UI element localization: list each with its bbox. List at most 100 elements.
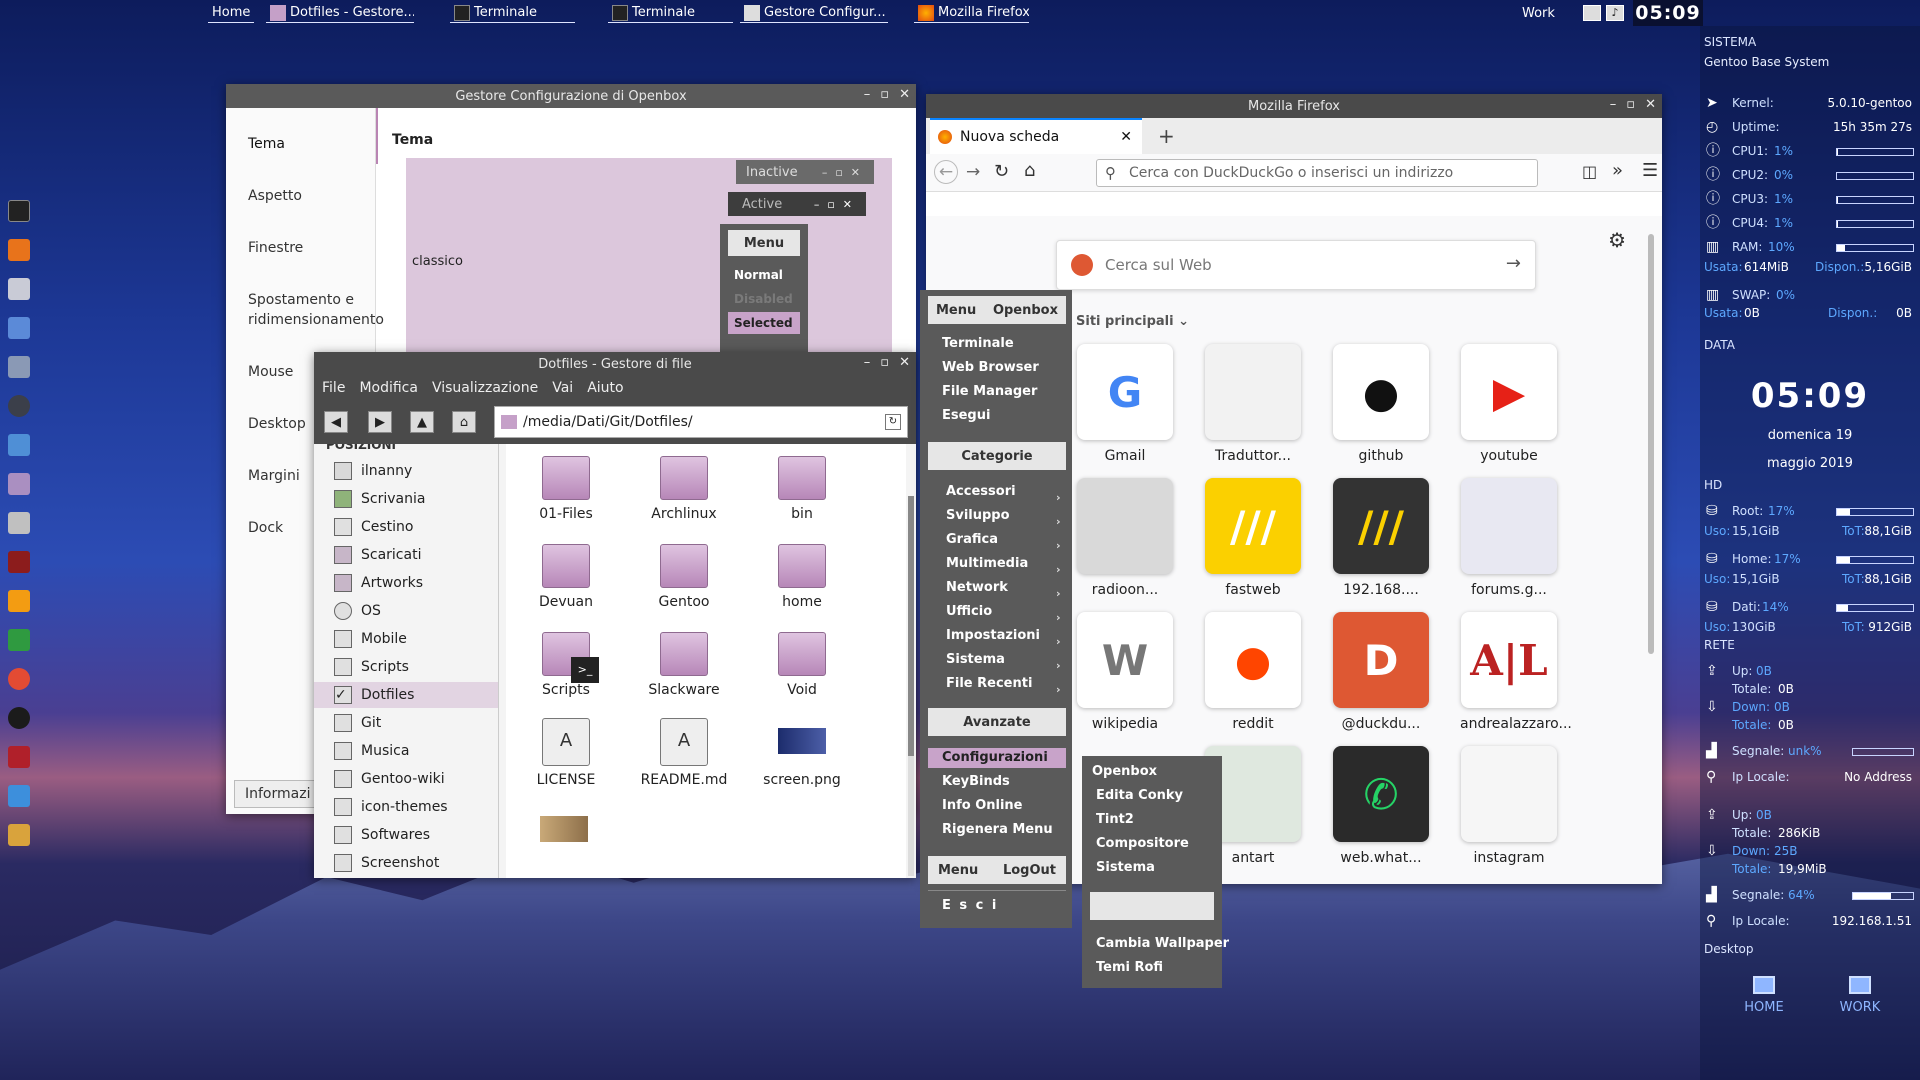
obconf-tab-desktop[interactable]: Desktop [248, 414, 306, 434]
place-item[interactable]: Cestino [334, 514, 494, 540]
top-site-tile[interactable]: /// 192.168.... [1332, 478, 1430, 598]
close-icon[interactable]: ✕ [899, 87, 910, 102]
menu-item-multimedia[interactable]: Multimedia [946, 554, 1028, 574]
arrow-right-icon[interactable]: → [1506, 253, 1521, 274]
top-site-tile[interactable]: Traduttor... [1204, 344, 1302, 464]
top-site-tile[interactable]: ✆ web.what... [1332, 746, 1430, 866]
desktop-work-switch[interactable]: WORK [1830, 976, 1890, 1015]
tools-icon[interactable] [8, 746, 30, 768]
menu-item-ufficio[interactable]: Ufficio [946, 602, 992, 622]
reload-button[interactable]: ↻ [994, 161, 1009, 182]
home-button[interactable]: ⌂ [1024, 160, 1035, 181]
place-item[interactable]: Mobile [334, 626, 494, 652]
obconf-tab-finestre[interactable]: Finestre [248, 238, 303, 258]
url-bar[interactable]: ⚲ Cerca con DuckDuckGo o inserisci un in… [1096, 159, 1538, 187]
place-item[interactable]: Git [334, 710, 494, 736]
firefox-titlebar[interactable]: Mozilla Firefox – ▫ ✕ [926, 94, 1662, 118]
obconf-info-button[interactable]: Informazi [234, 780, 322, 808]
home-button[interactable]: ⌂ [452, 411, 476, 433]
image-viewer-icon[interactable] [8, 356, 30, 378]
top-site-tile[interactable]: ▶ youtube [1460, 344, 1558, 464]
file-item[interactable]: >_ Scripts [516, 632, 616, 698]
file-item[interactable]: Gentoo [634, 544, 734, 610]
web-search-box[interactable]: Cerca sul Web → [1056, 240, 1536, 290]
close-icon[interactable]: ✕ [1645, 97, 1656, 112]
menu-item-file-recenti[interactable]: File Recenti [946, 674, 1032, 694]
fm-menu-vai[interactable]: Vai [552, 380, 573, 396]
place-item[interactable]: ilnanny [334, 458, 494, 484]
menu-item-accessori[interactable]: Accessori [946, 482, 1016, 502]
top-site-tile[interactable]: /// fastweb [1204, 478, 1302, 598]
file-item[interactable]: screen.png [752, 718, 852, 788]
volume-tray-icon[interactable]: ♪ [1606, 5, 1624, 21]
menu-item-file-manager[interactable]: File Manager [942, 382, 1037, 402]
spreadsheet-icon[interactable] [8, 629, 30, 651]
back-button[interactable]: ← [934, 160, 958, 184]
obconf-titlebar[interactable]: Gestore Configurazione di Openbox – ▫ ✕ [226, 84, 916, 108]
file-item[interactable]: Archlinux [634, 456, 734, 522]
menu-item-esci[interactable]: E s c i [942, 896, 998, 916]
top-site-tile[interactable]: instagram [1460, 746, 1558, 866]
submenu-item-tint2[interactable]: Tint2 [1096, 810, 1134, 830]
fm-menu-aiuto[interactable]: Aiuto [587, 380, 623, 396]
photo-icon[interactable] [8, 473, 30, 495]
firefox-icon[interactable] [8, 239, 30, 261]
up-button[interactable]: ▲ [410, 411, 434, 433]
place-item[interactable]: Scaricati [334, 542, 494, 568]
refresh-icon[interactable]: ↻ [885, 414, 901, 430]
taskbar-item-firefox[interactable]: Mozilla Firefox [914, 3, 1029, 23]
top-site-tile[interactable]: Wwikipedia [1076, 612, 1174, 732]
image-thumbnail[interactable] [540, 816, 588, 842]
menu-item-terminale[interactable]: Terminale [942, 334, 1014, 354]
top-site-tile[interactable]: ● reddit [1204, 612, 1302, 732]
file-item[interactable]: Slackware [634, 632, 734, 698]
obconf-tab-aspetto[interactable]: Aspetto [248, 186, 302, 206]
place-item[interactable]: icon-themes [334, 794, 494, 820]
menu-item-network[interactable]: Network [946, 578, 1008, 598]
sidebar-icon[interactable]: ◫ [1582, 162, 1597, 181]
top-site-tile[interactable]: G Gmail [1076, 344, 1174, 464]
network-tray-icon[interactable] [1583, 5, 1601, 21]
obconf-tab-mouse[interactable]: Mouse [248, 362, 293, 382]
submenu-item-edita-conky[interactable]: Edita Conky [1096, 786, 1183, 806]
submenu-item-openbox[interactable]: Openbox [1092, 762, 1157, 782]
menu-item-sistema[interactable]: Sistema [946, 650, 1005, 670]
obconf-tab-ridimensionamento[interactable]: ridimensionamento [248, 310, 384, 330]
theme-list[interactable]: classico Inactive –▫✕ Active –▫✕ Menu Norm… [406, 158, 892, 358]
chrome-icon[interactable] [8, 668, 30, 690]
taskbar-home[interactable]: Home [208, 3, 255, 23]
place-item[interactable]: Scrivania [334, 486, 494, 512]
file-item[interactable]: Devuan [516, 544, 616, 610]
overflow-icon[interactable]: » [1612, 160, 1623, 181]
obconf-tab-spostamento[interactable]: Spostamento e [248, 290, 354, 310]
obconf-tab-margini[interactable]: Margini [248, 466, 300, 486]
menu-item-info-online[interactable]: Info Online [942, 796, 1023, 816]
place-item[interactable]: OS [334, 598, 494, 624]
top-site-tile[interactable]: ● github [1332, 344, 1430, 464]
file-item[interactable]: bin [752, 456, 852, 522]
maximize-icon[interactable]: ▫ [1626, 97, 1635, 112]
menu-item-keybinds[interactable]: KeyBinds [942, 772, 1010, 792]
top-site-tile[interactable]: radioon... [1076, 478, 1174, 598]
submenu-item-sistema[interactable]: Sistema [1096, 858, 1155, 878]
minimize-icon[interactable]: – [1610, 97, 1617, 112]
taskbar-item-filemanager[interactable]: Dotfiles - Gestore... [266, 3, 414, 23]
close-icon[interactable]: ✕ [899, 355, 910, 370]
fm-titlebar[interactable]: Dotfiles - Gestore di file – ▫ ✕ [314, 352, 916, 376]
top-site-tile[interactable]: D @duckdu... [1332, 612, 1430, 732]
file-item[interactable]: A README.md [634, 718, 734, 788]
bird-icon[interactable] [8, 785, 30, 807]
menu-item-configurazioni[interactable]: Configurazioni [928, 748, 1066, 768]
menu-item-impostazioni[interactable]: Impostazioni [946, 626, 1040, 646]
location-bar[interactable]: /media/Dati/Git/Dotfiles/ ↻ [494, 406, 908, 438]
package-icon[interactable] [8, 824, 30, 846]
obconf-tab-tema[interactable]: Tema [248, 134, 285, 154]
file-item[interactable]: 01-Files [516, 456, 616, 522]
taskbar-work[interactable]: Work [1518, 3, 1559, 23]
tab-nuova-scheda[interactable]: Nuova scheda ✕ [930, 118, 1142, 154]
video-icon[interactable] [8, 551, 30, 573]
hamburger-menu-icon[interactable]: ☰ [1642, 160, 1658, 181]
menu-item-esegui[interactable]: Esegui [942, 406, 990, 426]
forward-button[interactable]: ▶ [368, 411, 392, 433]
top-site-tile[interactable]: A|L andrealazzaro... [1460, 612, 1572, 732]
